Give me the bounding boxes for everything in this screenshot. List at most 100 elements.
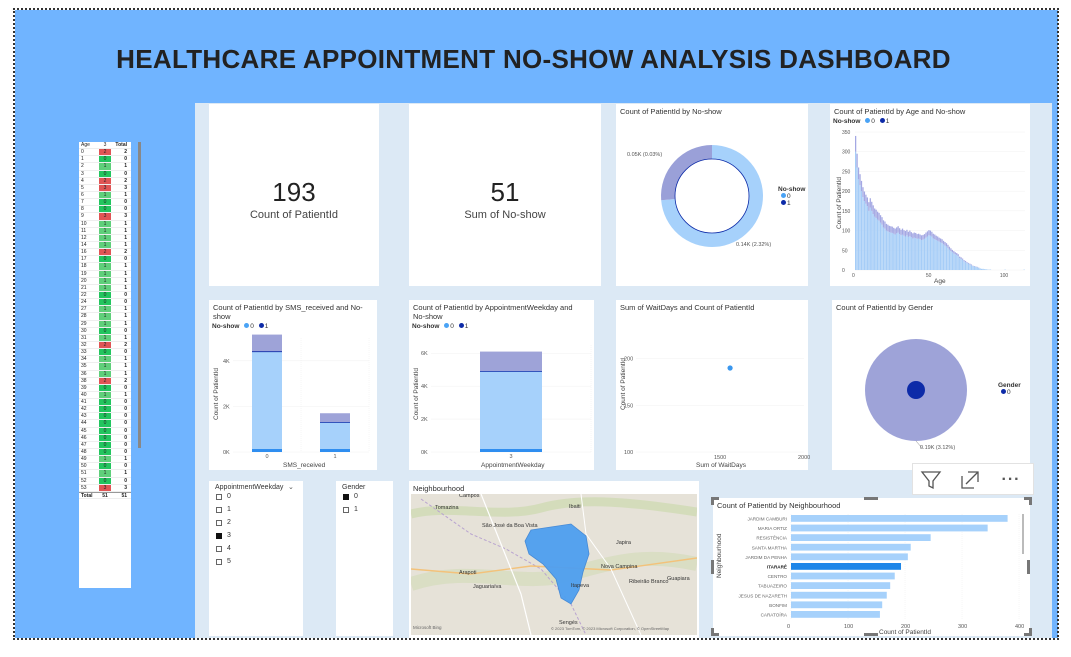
table-row[interactable]: 16 2 2	[79, 249, 131, 257]
table-row[interactable]: 30 0 0	[79, 327, 131, 335]
table-row[interactable]: 29 1 1	[79, 320, 131, 328]
age-matrix-table[interactable]: Age 3 Total 0 2 2 1 0 0 2 1 1 3 0 0 4 2 2 5 3 3 6 1 1 7 0 0 8 0 0 9 3 3 1…	[79, 142, 131, 588]
weekday-slicer-item[interactable]: 0	[216, 493, 231, 500]
table-row[interactable]: 21 1 1	[79, 284, 131, 292]
table-row[interactable]: 52 0 0	[79, 477, 131, 485]
table-row[interactable]: 0 2 2	[79, 149, 131, 157]
scatter-chart-card[interactable]: Sum of WaitDays and Count of PatientId 2…	[616, 300, 810, 470]
weekday-slicer-item[interactable]: 2	[216, 519, 231, 526]
table-row[interactable]: 45 0 0	[79, 427, 131, 435]
table-scrollbar[interactable]	[138, 142, 141, 448]
table-row[interactable]: 35 1 1	[79, 363, 131, 371]
checkbox[interactable]	[216, 532, 222, 539]
table-row[interactable]: 14 1 1	[79, 241, 131, 250]
legend-item-1[interactable]: 1	[778, 200, 805, 207]
table-row[interactable]: 10 1 1	[79, 220, 131, 228]
resize-handle[interactable]	[864, 633, 878, 636]
checkbox[interactable]	[343, 493, 349, 500]
table-row[interactable]: 11 1 1	[79, 227, 131, 235]
table-row[interactable]: 6 1 1	[79, 191, 131, 200]
value-cell: 1	[99, 241, 111, 249]
legend-item-0[interactable]: 0	[998, 389, 1021, 396]
weekday-slicer-item[interactable]: 5	[216, 558, 231, 565]
table-row[interactable]: 4 2 2	[79, 177, 131, 185]
resize-handle[interactable]	[1024, 628, 1032, 636]
checkbox[interactable]	[216, 545, 222, 552]
value-cell: 2	[99, 149, 111, 156]
weekday-slicer-item[interactable]: 4	[216, 545, 231, 552]
kpi-card-noshow[interactable]: 51 Sum of No-show	[409, 104, 601, 286]
table-row[interactable]: 53 3 3	[79, 484, 131, 492]
table-row[interactable]: 32 2 2	[79, 341, 131, 350]
filter-icon[interactable]	[919, 468, 943, 492]
gender-slicer[interactable]: Gender 0 1	[336, 481, 393, 636]
checkbox[interactable]	[216, 558, 222, 565]
gender-slicer-item[interactable]: 1	[343, 506, 358, 513]
age-bar	[859, 185, 861, 270]
table-row[interactable]: 40 1 1	[79, 391, 131, 400]
neighbourhood-chart-card[interactable]: Count of PatientId by Neighbourhood 0 100…	[713, 498, 1030, 636]
donut-chart-card[interactable]: Count of PatientId by No-show 0.05K (0.0…	[616, 104, 808, 286]
weekday-slicer-item[interactable]: 3	[216, 532, 231, 539]
table-row[interactable]: 33 0 0	[79, 349, 131, 357]
kpi-value: 193	[272, 177, 316, 207]
resize-handle[interactable]	[1024, 497, 1032, 505]
table-row[interactable]: 46 0 0	[79, 434, 131, 442]
table-row[interactable]: 38 2 2	[79, 377, 131, 385]
resize-handle[interactable]	[1027, 560, 1030, 574]
table-row[interactable]: 20 1 1	[79, 277, 131, 285]
weekday-slicer[interactable]: AppointmentWeekday ⌄ 0 1 2 3 4 5	[209, 481, 303, 636]
table-row[interactable]: 7 0 0	[79, 199, 131, 207]
more-options-icon[interactable]: ···	[999, 468, 1023, 492]
legend-item-0[interactable]: 0	[778, 193, 805, 200]
gender-chart-card[interactable]: Count of PatientId by Gender 0.19K (3.12…	[832, 300, 1030, 470]
sms-chart-card[interactable]: Count of PatientId by SMS_received and N…	[209, 300, 377, 470]
table-row[interactable]: 36 1 1	[79, 370, 131, 378]
table-row[interactable]: 9 3 3	[79, 213, 131, 221]
gender-slicer-item[interactable]: 0	[343, 493, 358, 500]
table-row[interactable]: 39 0 0	[79, 384, 131, 392]
checkbox[interactable]	[216, 519, 222, 526]
chevron-down-icon[interactable]: ⌄	[288, 483, 294, 491]
table-row[interactable]: 51 1 1	[79, 470, 131, 478]
table-row[interactable]: 47 0 0	[79, 441, 131, 450]
resize-handle[interactable]	[864, 497, 878, 500]
age-chart-card[interactable]: Count of PatientId by Age and No-show No…	[830, 104, 1030, 286]
table-row[interactable]: 28 1 1	[79, 313, 131, 321]
neighbourhood-map[interactable]: Campos Tomazina São José da Boa Vista Ibait…	[411, 494, 697, 635]
table-row[interactable]: 5 3 3	[79, 184, 131, 192]
table-row[interactable]: 3 0 0	[79, 170, 131, 178]
table-row[interactable]: 50 0 0	[79, 463, 131, 471]
table-row[interactable]: 12 1 1	[79, 234, 131, 242]
table-row[interactable]: 18 1 1	[79, 263, 131, 271]
table-row[interactable]: 17 0 0	[79, 256, 131, 264]
total-cell: 2	[124, 149, 127, 156]
table-header-row[interactable]: Age 3 Total	[79, 142, 131, 150]
table-row[interactable]: 48 0 0	[79, 449, 131, 457]
weekday-slicer-item[interactable]: 1	[216, 506, 231, 513]
table-row[interactable]: 49 1 1	[79, 456, 131, 464]
kpi-card-patients[interactable]: 193 Count of PatientId	[209, 104, 379, 286]
checkbox[interactable]	[216, 506, 222, 513]
resize-handle[interactable]	[711, 560, 714, 574]
table-row[interactable]: 2 1 1	[79, 163, 131, 171]
resize-handle[interactable]	[711, 497, 719, 505]
checkbox[interactable]	[216, 493, 222, 500]
table-row[interactable]: 24 0 0	[79, 299, 131, 307]
table-row[interactable]: 8 0 0	[79, 206, 131, 214]
table-row[interactable]: 34 1 1	[79, 356, 131, 364]
table-row[interactable]: 44 0 0	[79, 420, 131, 428]
table-row[interactable]: 42 0 0	[79, 406, 131, 414]
table-row[interactable]: 22 0 0	[79, 291, 131, 300]
weekday-chart-card[interactable]: Count of PatientId by AppointmentWeekday…	[409, 300, 594, 470]
table-row[interactable]: 41 0 0	[79, 399, 131, 407]
resize-handle[interactable]	[711, 628, 719, 636]
table-row[interactable]: 1 0 0	[79, 156, 131, 164]
checkbox[interactable]	[343, 506, 349, 513]
focus-mode-icon[interactable]	[958, 468, 982, 492]
table-row[interactable]: 19 1 1	[79, 270, 131, 278]
table-total-row[interactable]: Total 51 51	[79, 491, 131, 500]
table-row[interactable]: 43 0 0	[79, 413, 131, 421]
table-row[interactable]: 31 1 1	[79, 334, 131, 342]
table-row[interactable]: 27 1 1	[79, 306, 131, 314]
